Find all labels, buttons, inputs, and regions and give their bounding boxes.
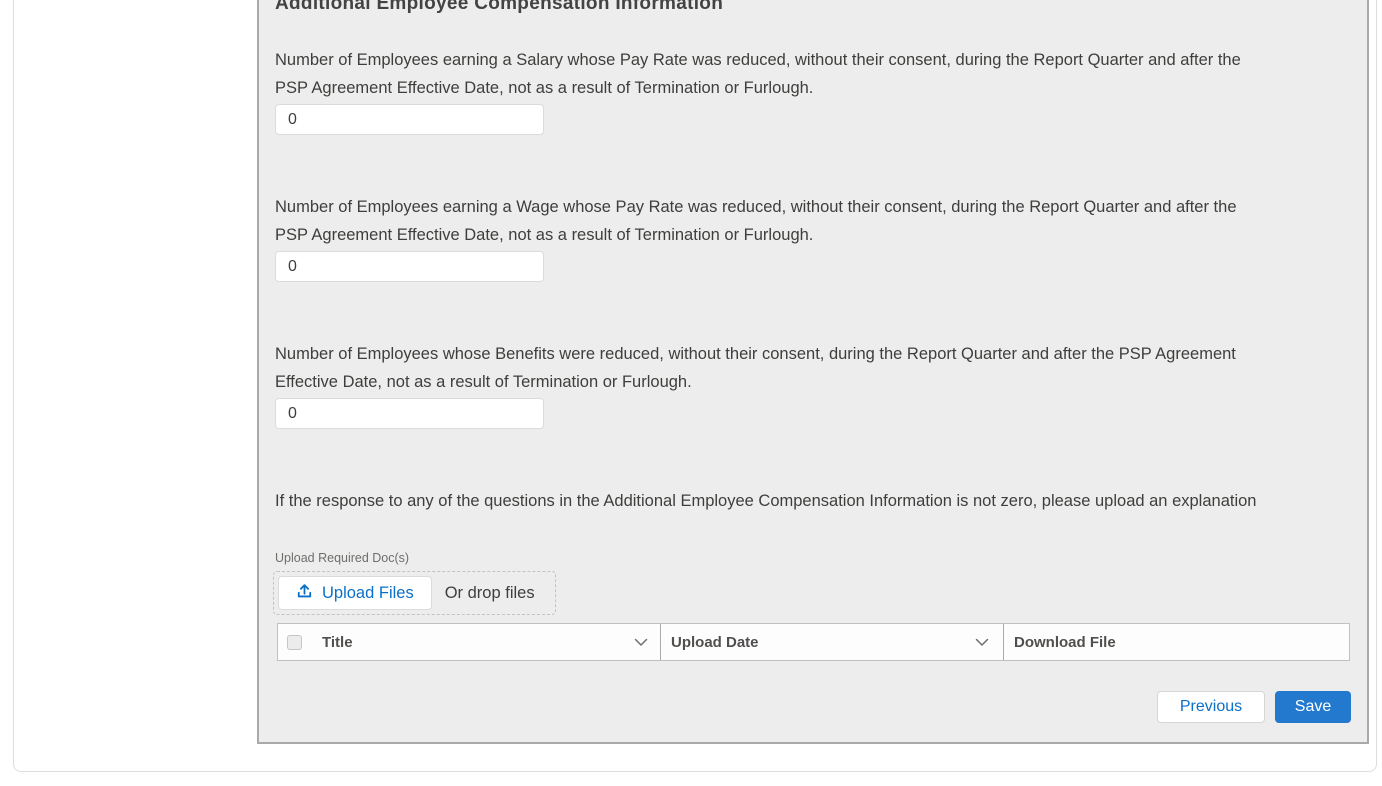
compensation-form-panel: Additional Employee Compensation Informa… xyxy=(257,0,1369,744)
chevron-down-icon[interactable] xyxy=(634,638,648,647)
form-actions: Previous Save xyxy=(1157,691,1351,723)
salary-reduced-input[interactable] xyxy=(275,104,544,135)
previous-button[interactable]: Previous xyxy=(1157,691,1265,723)
drop-files-label: Or drop files xyxy=(445,584,535,603)
record-card: Additional Employee Compensation Informa… xyxy=(13,0,1377,772)
panel-content: Additional Employee Compensation Informa… xyxy=(259,0,1367,742)
upload-required-doc-label: Upload Required Doc(s) xyxy=(275,551,409,565)
table-column-title[interactable]: Title xyxy=(278,624,660,660)
upload-files-button-label: Upload Files xyxy=(322,584,414,603)
question-salary-reduced-label: Number of Employees earning a Salary who… xyxy=(275,47,1270,102)
page-title: Additional Employee Compensation Informa… xyxy=(275,0,723,15)
wage-reduced-input[interactable] xyxy=(275,251,544,282)
column-title-label: Title xyxy=(322,634,353,651)
upload-icon xyxy=(296,582,313,604)
documents-table-header: Title Upload Date xyxy=(277,623,1350,661)
upload-files-button[interactable]: Upload Files xyxy=(278,576,432,610)
benefits-reduced-input[interactable] xyxy=(275,398,544,429)
table-column-upload-date[interactable]: Upload Date xyxy=(660,624,1003,660)
column-upload-date-label: Upload Date xyxy=(671,634,759,651)
table-column-download-file: Download File xyxy=(1003,624,1349,660)
question-benefits-reduced-label: Number of Employees whose Benefits were … xyxy=(275,341,1270,396)
column-download-file-label: Download File xyxy=(1014,634,1116,651)
chevron-down-icon[interactable] xyxy=(975,638,989,647)
file-drop-zone[interactable]: Upload Files Or drop files xyxy=(273,571,556,615)
question-wage-reduced-label: Number of Employees earning a Wage whose… xyxy=(275,194,1270,249)
upload-explanation-prompt: If the response to any of the questions … xyxy=(275,488,1285,516)
save-button[interactable]: Save xyxy=(1275,691,1351,723)
select-all-checkbox[interactable] xyxy=(287,635,302,650)
